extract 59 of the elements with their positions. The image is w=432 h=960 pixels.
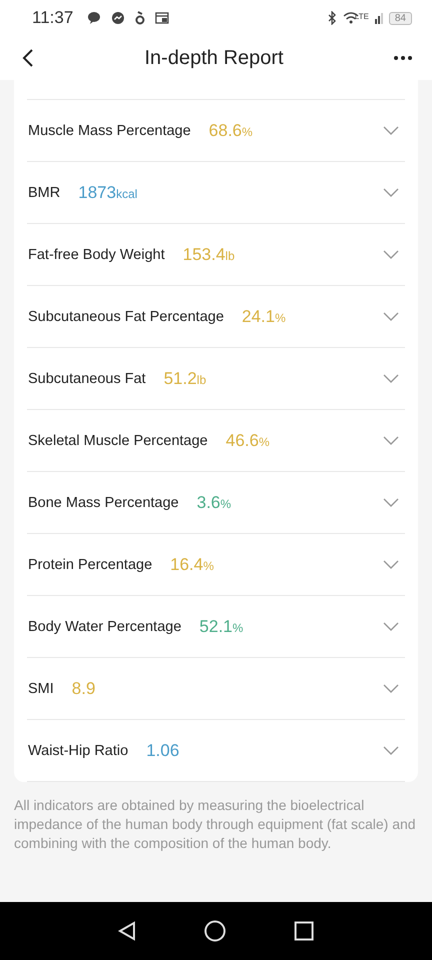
chevron-icon (383, 560, 399, 569)
metric-value: 68.6% (208, 120, 253, 140)
footnote-text: All indicators are obtained by measuring the bioelectrical impedance of the human body through equipment (fat scale) and combining with the composition of the human body. (14, 796, 417, 853)
metric-name: Subcutaneous Fat Percentage (28, 308, 224, 324)
chevron-icon (383, 188, 399, 197)
chat-bubble-icon (87, 11, 102, 25)
metric-name: Bone Mass Percentage (28, 494, 179, 510)
network-label: LTE (354, 12, 369, 21)
metric-value: 153.4lb (182, 244, 235, 264)
signal-icon (374, 12, 383, 24)
metric-row[interactable]: Protein Percentage 16.4% (27, 534, 405, 596)
metric-row[interactable]: Subcutaneous Fat Percentage 24.1% (27, 286, 405, 348)
more-icon (394, 56, 412, 60)
window-icon (155, 12, 170, 24)
messenger-icon (111, 11, 126, 25)
metric-row[interactable]: Waist-Hip Ratio 1.06 (27, 720, 405, 782)
battery-level: 84 (388, 12, 412, 24)
page-title: In-depth Report (144, 46, 284, 70)
square-icon (294, 921, 314, 941)
metric-row[interactable]: SMI 8.9 (27, 658, 405, 720)
chevron-icon (383, 746, 399, 755)
triangle-icon (118, 921, 136, 941)
chevron-icon (383, 684, 399, 693)
metric-row[interactable]: Fat-free Body Weight 153.4lb (27, 224, 405, 286)
metric-row[interactable]: Body Water Percentage 52.1% (27, 596, 405, 658)
bluetooth-icon (326, 11, 337, 25)
metric-row[interactable]: BMR 1873kcal (27, 162, 405, 224)
back-icon (22, 48, 34, 68)
metric-name: Subcutaneous Fat (28, 370, 146, 386)
metric-row[interactable]: Bone Mass Percentage 3.6% (27, 472, 405, 534)
metric-value: 1873kcal (78, 182, 138, 202)
metric-name: Protein Percentage (28, 556, 152, 572)
metric-name: Muscle Mass Percentage (28, 122, 191, 138)
metric-value: 51.2lb (164, 368, 206, 388)
chevron-icon (383, 498, 399, 507)
chevron-icon (383, 374, 399, 383)
metric-name: Body Water Percentage (28, 618, 182, 634)
circle-icon (204, 920, 226, 942)
metric-name: Waist-Hip Ratio (28, 742, 128, 758)
chevron-icon (383, 312, 399, 321)
metric-row[interactable]: Skeletal Muscle Percentage 46.6% (27, 410, 405, 472)
status-time: 11:37 (32, 8, 74, 28)
metric-row[interactable]: Subcutaneous Fat 51.2lb (27, 348, 405, 410)
metric-name: BMR (28, 184, 60, 200)
metric-value: 8.9 (72, 678, 96, 698)
chevron-icon (383, 622, 399, 631)
metric-value: 1.06 (146, 740, 180, 760)
chevron-icon (383, 126, 399, 135)
metric-value: 24.1% (242, 306, 286, 326)
metric-name: SMI (28, 680, 54, 696)
metric-name: Fat-free Body Weight (28, 246, 165, 262)
metric-value: 16.4% (170, 554, 214, 574)
metric-value: 46.6% (226, 430, 270, 450)
chevron-icon (383, 436, 399, 445)
metric-value: 3.6% (196, 492, 232, 512)
metric-value: 52.1% (199, 616, 244, 636)
metric-row[interactable]: Muscle Mass Percentage 68.6% (27, 100, 405, 162)
metric-name: Skeletal Muscle Percentage (28, 432, 208, 448)
chevron-icon (383, 250, 399, 259)
